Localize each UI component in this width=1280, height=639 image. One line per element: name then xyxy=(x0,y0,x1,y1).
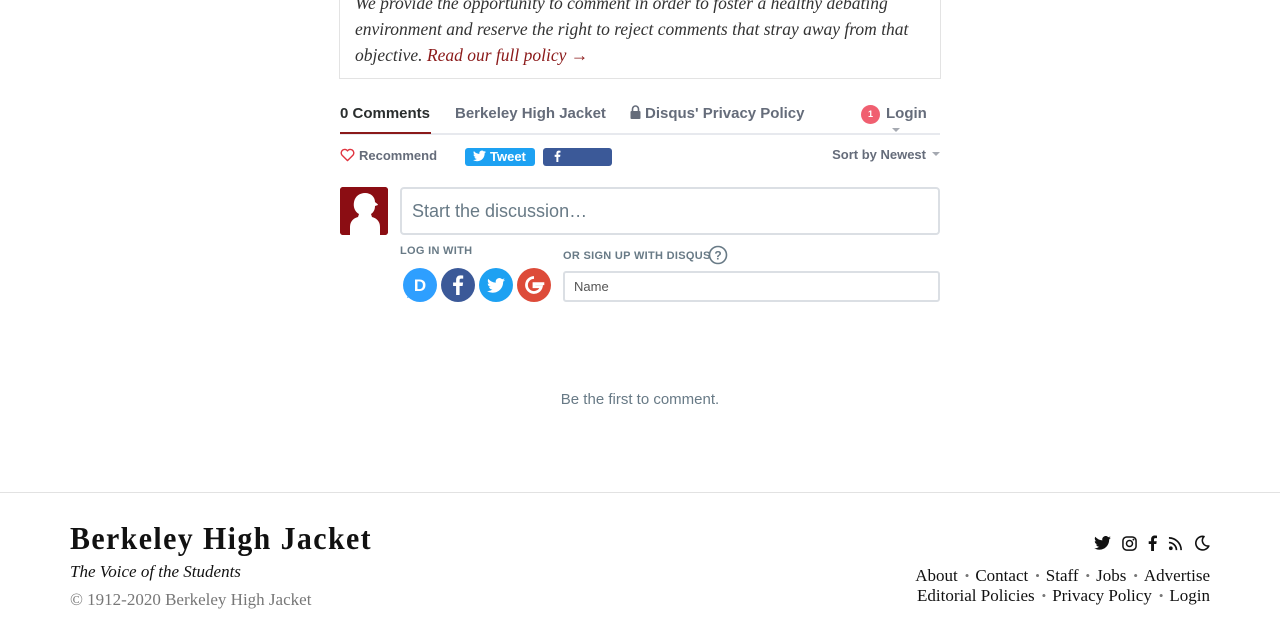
footer-link-contact[interactable]: Contact xyxy=(975,566,1028,585)
twitter-icon xyxy=(473,150,486,162)
disqus-icon: D xyxy=(403,268,437,302)
facebook-icon[interactable] xyxy=(1148,535,1157,551)
footer-link-staff[interactable]: Staff xyxy=(1046,566,1079,585)
copyright: © 1912-2020 Berkeley High Jacket xyxy=(70,590,312,609)
twitter-icon xyxy=(479,268,513,302)
disqus-login-button[interactable]: D xyxy=(403,268,437,302)
lock-icon xyxy=(630,105,641,119)
google-login-button[interactable] xyxy=(517,268,551,302)
rss-icon[interactable] xyxy=(1168,536,1183,551)
footer-link-jobs[interactable]: Jobs xyxy=(1096,566,1126,585)
dark-mode-moon-icon[interactable] xyxy=(1194,535,1210,551)
disqus-nav: 0 Comments Berkeley High Jacket Disqus' … xyxy=(340,95,940,135)
footer-link-editorial-policies[interactable]: Editorial Policies xyxy=(917,586,1035,605)
comment-policy-box: We provide the opportunity to comment in… xyxy=(339,0,941,79)
site-logo[interactable]: Berkeley High Jacket xyxy=(70,517,372,559)
instagram-icon[interactable] xyxy=(1122,535,1137,551)
facebook-icon xyxy=(441,268,475,302)
footer-link-login[interactable]: Login xyxy=(1169,586,1210,605)
tab-community[interactable]: Berkeley High Jacket xyxy=(455,105,606,122)
svg-text:?: ? xyxy=(714,249,721,263)
avatar xyxy=(340,187,388,235)
policy-line-3: objective. xyxy=(355,45,423,65)
help-question-icon[interactable]: ? xyxy=(708,245,728,265)
site-tagline: The Voice of the Students xyxy=(70,562,241,581)
footer-links: About • Contact • Staff • Jobs • Advertise Edito… xyxy=(915,566,1210,606)
tweet-button[interactable]: Tweet xyxy=(465,148,535,166)
tab-comments[interactable]: 0 Comments xyxy=(340,105,430,122)
full-policy-link[interactable]: Read our full policy → xyxy=(427,45,588,65)
policy-line-1: We provide the opportunity to comment in… xyxy=(355,0,888,13)
disqus-toolbar: Recommend Tweet Share Sort by Newest xyxy=(340,146,940,182)
berkeley-high-jacket-wordmark: Berkeley High Jacket xyxy=(70,520,372,556)
footer-links-row-1: About • Contact • Staff • Jobs • Advertise xyxy=(915,566,1210,585)
comment-compose-input[interactable]: Start the discussion… xyxy=(400,187,940,235)
heart-icon xyxy=(340,148,355,162)
active-tab-indicator xyxy=(340,132,431,134)
notification-badge[interactable]: 1 xyxy=(861,105,880,124)
twitter-login-button[interactable] xyxy=(479,268,513,302)
name-field[interactable]: Name xyxy=(563,271,940,302)
comment-policy-text: We provide the opportunity to comment in… xyxy=(355,0,925,68)
footer-links-row-2: Editorial Policies • Privacy Policy • Login xyxy=(917,586,1210,605)
footer-link-privacy-policy[interactable]: Privacy Policy xyxy=(1052,586,1152,605)
facebook-share-button[interactable]: Share xyxy=(543,148,612,182)
sign-up-with-disqus-label: OR SIGN UP WITH DISQUS xyxy=(563,250,711,262)
sort-dropdown[interactable]: Sort by Newest xyxy=(832,147,940,162)
policy-line-2: environment and reserve the right to rej… xyxy=(355,19,909,39)
caret-down-icon xyxy=(892,128,900,132)
facebook-icon xyxy=(554,150,561,162)
recommend-button[interactable]: Recommend xyxy=(340,148,437,163)
login-menu[interactable]: Login xyxy=(886,105,940,139)
tab-privacy-policy[interactable]: Disqus' Privacy Policy xyxy=(630,105,804,122)
empty-comments-message: Be the first to comment. xyxy=(560,391,720,408)
footer-link-about[interactable]: About xyxy=(915,566,958,585)
log-in-with-label: LOG IN WITH xyxy=(400,245,473,257)
footer-social-links xyxy=(1094,533,1210,553)
arrow-right-icon: → xyxy=(570,45,589,65)
footer-link-advertise[interactable]: Advertise xyxy=(1144,566,1210,585)
default-avatar-silhouette-icon xyxy=(340,187,388,235)
google-icon xyxy=(517,268,551,302)
twitter-icon[interactable] xyxy=(1094,536,1111,550)
caret-down-icon xyxy=(932,152,940,156)
facebook-login-button[interactable] xyxy=(441,268,475,302)
svg-text:Berkeley High Jacket: Berkeley High Jacket xyxy=(70,520,372,556)
site-footer: Berkeley High Jacket The Voice of the St… xyxy=(0,492,1280,639)
svg-text:D: D xyxy=(414,276,426,295)
